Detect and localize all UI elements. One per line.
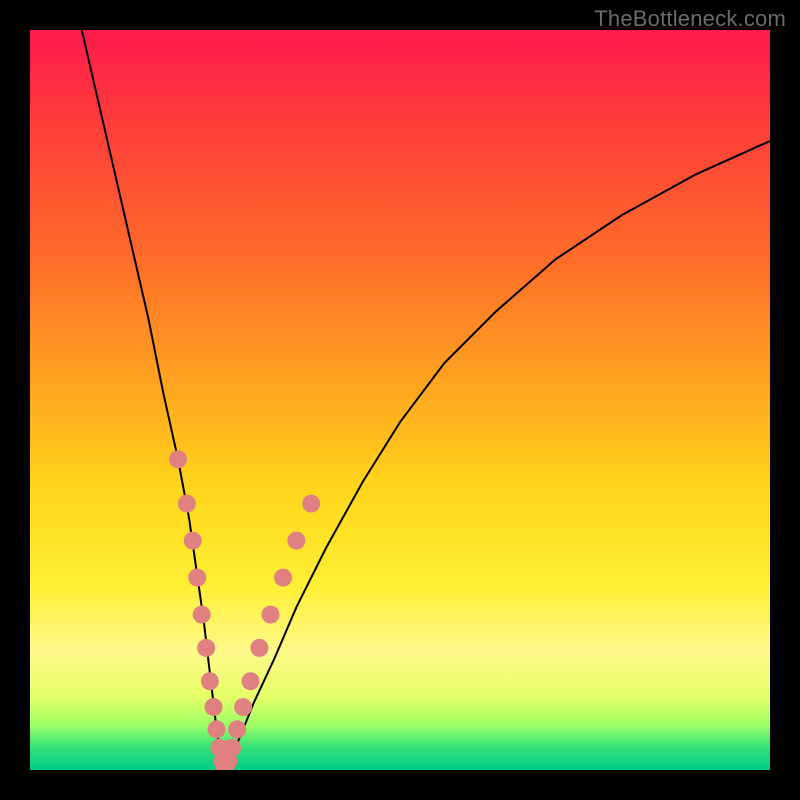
highlight-markers	[169, 450, 320, 770]
marker-dot	[287, 532, 305, 550]
marker-dot	[302, 495, 320, 513]
chart-svg	[30, 30, 770, 770]
chart-frame: TheBottleneck.com	[0, 0, 800, 800]
watermark-text: TheBottleneck.com	[594, 6, 786, 32]
marker-dot	[169, 450, 187, 468]
marker-dot	[188, 569, 206, 587]
marker-dot	[205, 698, 223, 716]
curve-left-branch	[82, 30, 224, 769]
marker-dot	[184, 532, 202, 550]
marker-dot	[242, 672, 260, 690]
marker-dot	[274, 569, 292, 587]
marker-dot	[223, 739, 241, 757]
marker-dot	[201, 672, 219, 690]
marker-dot	[193, 606, 211, 624]
marker-dot	[250, 639, 268, 657]
marker-dot	[234, 698, 252, 716]
marker-dot	[262, 606, 280, 624]
marker-dot	[197, 639, 215, 657]
plot-area	[30, 30, 770, 770]
marker-dot	[207, 720, 225, 738]
curve-right-branch	[224, 141, 770, 769]
marker-dot	[228, 720, 246, 738]
marker-dot	[178, 495, 196, 513]
